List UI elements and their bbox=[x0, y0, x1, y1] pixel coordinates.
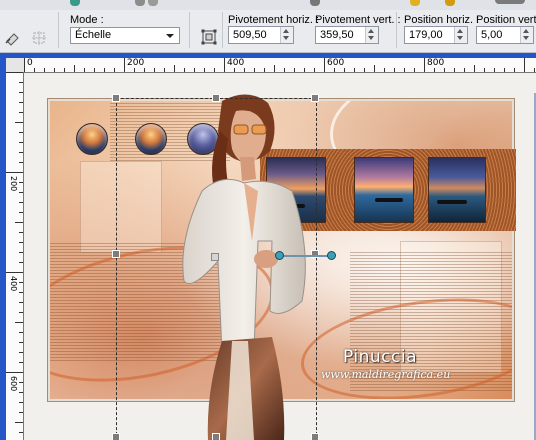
resize-handle[interactable] bbox=[112, 250, 120, 258]
ruler-label: 200 bbox=[9, 176, 18, 192]
mode-label: Mode : bbox=[70, 14, 104, 26]
image-canvas[interactable]: Pinuccia www.maldiregrafica.eu bbox=[24, 73, 536, 440]
position-vert-stepper[interactable] bbox=[520, 27, 533, 43]
pivot-horiz-field[interactable]: 509,50 bbox=[228, 26, 294, 44]
deform-icon[interactable] bbox=[30, 29, 48, 47]
ruler-label: 400 bbox=[9, 276, 18, 292]
pivot-vert-label: Pivotement vert. : bbox=[315, 14, 401, 26]
rotation-pivot[interactable] bbox=[275, 251, 284, 260]
tool-icon[interactable] bbox=[310, 0, 320, 6]
toolbar-top-strip bbox=[0, 0, 536, 10]
pivot-vert-field[interactable]: 359,50 bbox=[315, 26, 379, 44]
selection-bounding-box[interactable] bbox=[116, 98, 317, 440]
arrow-icon[interactable] bbox=[135, 0, 145, 6]
watermark-name: Pinuccia bbox=[343, 347, 417, 367]
position-vert-field[interactable]: 5,00 bbox=[476, 26, 534, 44]
position-horiz-field[interactable]: 179,00 bbox=[404, 26, 468, 44]
tool-options-bar: Mode : Échelle Pivotement horiz. : 509,5… bbox=[0, 0, 536, 53]
mode-value: Échelle bbox=[75, 29, 112, 41]
toolbar-separator bbox=[58, 12, 59, 48]
position-vert-value: 5,00 bbox=[481, 29, 503, 41]
ruler-label: 0 bbox=[27, 58, 33, 68]
ruler-label: 600 bbox=[9, 376, 18, 392]
pivot-line bbox=[279, 255, 331, 257]
pivot-vert-value: 359,50 bbox=[320, 29, 354, 41]
resize-handle[interactable] bbox=[112, 94, 120, 102]
ruler-horizontal: 0 200 400 600 800 bbox=[24, 58, 536, 73]
resize-handle[interactable] bbox=[212, 433, 220, 440]
resize-handle[interactable] bbox=[311, 94, 319, 102]
arrow-icon[interactable] bbox=[148, 0, 158, 6]
position-horiz-label: Position horiz. : bbox=[404, 14, 480, 26]
mode-dropdown[interactable]: Échelle bbox=[70, 27, 180, 44]
teal-icon[interactable] bbox=[70, 0, 80, 6]
center-handle[interactable] bbox=[211, 253, 219, 261]
beach-thumbnail bbox=[354, 157, 414, 223]
toolbar-separator bbox=[396, 12, 397, 48]
pivot-vert-stepper[interactable] bbox=[365, 27, 378, 43]
toolbar-separator bbox=[189, 12, 190, 48]
ruler-label: 400 bbox=[227, 58, 245, 68]
pivot-horiz-stepper[interactable] bbox=[280, 27, 293, 43]
resize-handle[interactable] bbox=[311, 433, 319, 440]
orb-image bbox=[76, 123, 108, 155]
position-horiz-value: 179,00 bbox=[409, 29, 443, 41]
grip-icon[interactable] bbox=[495, 0, 525, 4]
ruler-label: 800 bbox=[427, 58, 445, 68]
position-vert-label: Position vert. : bbox=[476, 14, 536, 26]
pivot-horiz-label: Pivotement horiz. : bbox=[228, 14, 320, 26]
watermark-url: www.maldiregrafica.eu bbox=[321, 368, 451, 381]
toolbar-separator bbox=[222, 12, 223, 48]
resize-handle[interactable] bbox=[212, 94, 220, 102]
rotation-handle[interactable] bbox=[327, 251, 336, 260]
ruler-corner bbox=[6, 58, 25, 73]
beach-thumbnail bbox=[428, 157, 486, 223]
star-icon[interactable] bbox=[445, 0, 455, 6]
pick-tool-icon[interactable] bbox=[4, 29, 22, 47]
transform-icon[interactable] bbox=[200, 28, 218, 46]
ruler-label: 600 bbox=[327, 58, 345, 68]
chevron-down-icon bbox=[166, 34, 174, 38]
ruler-ticks-horizontal bbox=[24, 58, 535, 72]
pivot-horiz-value: 509,50 bbox=[233, 29, 267, 41]
ruler-vertical: 200 400 600 bbox=[6, 72, 24, 440]
workspace: 0 200 400 600 800 200 400 600 Pinuccia w… bbox=[0, 53, 536, 440]
resize-handle[interactable] bbox=[112, 433, 120, 440]
ruler-label: 200 bbox=[127, 58, 145, 68]
position-horiz-stepper[interactable] bbox=[454, 27, 467, 43]
star-icon[interactable] bbox=[410, 0, 420, 6]
